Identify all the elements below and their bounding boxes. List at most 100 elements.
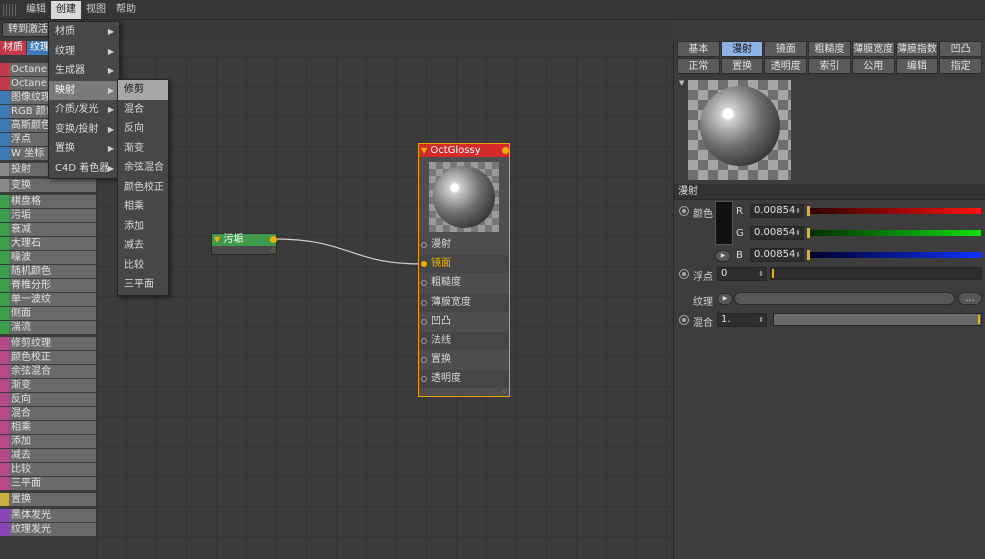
octglossy-node[interactable]: ▼ OctGlossy 漫射 镜面 粗糙度 薄膜宽度 凹凸 法线 置换 透明度 ⁘ [418,143,510,397]
dirt-output-port[interactable] [270,236,277,243]
node-library-item[interactable]: 湍流 [0,321,96,334]
g-value-field[interactable]: 0.00854 ⬍ [750,226,804,240]
b-slider-knob[interactable] [807,250,810,260]
node-library-item[interactable]: 随机颜色 [0,265,96,278]
attribute-tab[interactable]: 漫射 [720,41,764,57]
mapping-menu-item[interactable]: 减去 [118,236,168,256]
mapping-menu-item[interactable]: 渐变 [118,139,168,159]
attribute-tab[interactable]: 公用 [851,58,895,74]
node-library-item[interactable]: 相乘 [0,421,96,434]
texture-slot[interactable] [734,292,955,305]
input-port-dot[interactable] [421,376,427,383]
mapping-menu-item[interactable]: 颜色校正 [118,178,168,198]
attribute-tab[interactable]: 透明度 [764,58,808,74]
attribute-tab[interactable]: 正常 [677,58,720,74]
attribute-tab[interactable]: 薄膜宽度 [851,41,895,57]
octglossy-input-port[interactable]: 薄膜宽度 [419,293,509,312]
octglossy-output-port[interactable] [502,147,509,154]
r-value-field[interactable]: 0.00854 ⬍ [750,204,804,218]
float-slider-knob[interactable] [772,269,774,278]
mapping-menu-item[interactable]: 比较 [118,256,168,276]
create-menu-item[interactable]: 纹理 ▶ [49,42,119,62]
node-library-item[interactable]: 脊椎分形 [0,279,96,292]
node-library-item[interactable]: 余弦混合 [0,365,96,378]
octglossy-input-port[interactable]: 凹凸 [419,313,509,331]
create-menu-item[interactable]: 介质/发光 ▶ [49,100,119,120]
mix-slider[interactable] [773,313,982,326]
octglossy-input-port[interactable]: 镜面 [419,255,509,274]
dirt-node[interactable]: ▼ 污垢 ⁘ [211,233,277,255]
create-menu-item[interactable]: C4D 着色器 ▶ [49,159,119,179]
node-library-item[interactable]: 大理石 [0,237,96,250]
create-menu-item[interactable]: 映射 ▶ [49,80,119,100]
attribute-tab[interactable]: 编辑 [895,58,939,74]
octglossy-input-port[interactable]: 透明度 [419,370,509,389]
stepper-icon[interactable]: ⬍ [795,227,801,239]
input-port-dot[interactable] [421,318,427,325]
attribute-tab[interactable]: 置换 [720,58,764,74]
expand-color-button[interactable]: ▶ [715,250,731,262]
input-port-dot[interactable] [421,357,427,364]
octglossy-input-port[interactable]: 漫射 [419,236,509,254]
mix-slider-knob[interactable] [978,315,980,324]
node-library-item[interactable]: 侧面 [0,307,96,320]
attribute-tab[interactable]: 凹凸 [939,41,982,57]
menu-edit[interactable]: 编辑 [21,1,51,19]
node-library-item[interactable]: 渐变 [0,379,96,392]
stepper-icon[interactable]: ⬍ [795,249,801,261]
attribute-tab[interactable]: 镜面 [764,41,808,57]
node-library-item[interactable]: 三平面 [0,477,96,490]
category-chip[interactable]: 材质 [0,41,26,55]
node-library-item[interactable]: 混合 [0,407,96,420]
node-library-item[interactable]: 黑体发光 [0,509,96,522]
node-library-item[interactable]: 修剪纹理 [0,337,96,350]
octglossy-input-port[interactable]: 法线 [419,332,509,350]
mapping-menu-item[interactable]: 余弦混合 [118,158,168,178]
node-library-item[interactable]: 变换 [0,179,96,192]
create-menu-item[interactable]: 生成器 ▶ [49,61,119,81]
mix-value-field[interactable]: 1. ⬍ [717,313,767,327]
stepper-icon[interactable]: ⬍ [758,314,764,326]
node-library-item[interactable]: 颜色校正 [0,351,96,364]
node-library-item[interactable]: 噪波 [0,251,96,264]
texture-browse-button[interactable]: ... [958,292,982,305]
mapping-menu-item[interactable]: 混合 [118,100,168,120]
octglossy-input-port[interactable]: 置换 [419,351,509,369]
node-library-item[interactable]: 反向 [0,393,96,406]
mapping-menu-item[interactable]: 相乘 [118,197,168,217]
create-menu-item[interactable]: 置换 ▶ [49,139,119,159]
attribute-tab[interactable]: 粗糙度 [808,41,851,57]
node-library-item[interactable]: 纹理发光 [0,523,96,536]
attribute-tab[interactable]: 基本 [677,41,720,57]
input-port-dot[interactable] [421,261,427,268]
float-animate-radio[interactable] [679,269,689,279]
node-library-item[interactable]: 置换 [0,493,96,506]
float-slider[interactable] [770,267,982,280]
menu-help[interactable]: 帮助 [111,1,141,19]
mix-animate-radio[interactable] [679,315,689,325]
float-value-field[interactable]: 0 ⬍ [717,267,767,281]
node-library-item[interactable]: 添加 [0,435,96,448]
create-menu-item[interactable]: 材质 ▶ [49,22,119,42]
menubar-grip[interactable] [3,3,17,16]
mapping-menu-item[interactable]: 修剪 [118,80,168,100]
stepper-icon[interactable]: ⬍ [758,268,764,280]
preview-toggle-icon[interactable]: ▼ [679,79,684,87]
texture-expand-button[interactable]: ▶ [717,293,733,305]
stepper-icon[interactable]: ⬍ [795,205,801,217]
node-library-item[interactable]: 棋盘格 [0,195,96,208]
collapse-triangle-icon[interactable]: ▼ [421,146,427,155]
collapse-triangle-icon[interactable]: ▼ [214,235,220,244]
resize-grip-icon[interactable]: ⁘ [502,389,508,396]
g-slider-knob[interactable] [807,228,810,238]
input-port-dot[interactable] [421,299,427,306]
b-slider[interactable] [807,252,981,258]
node-library-item[interactable]: 衰减 [0,223,96,236]
mapping-menu-item[interactable]: 添加 [118,217,168,237]
mapping-menu-item[interactable]: 三平面 [118,275,168,295]
create-menu-item[interactable]: 变换/投射 ▶ [49,120,119,140]
input-port-dot[interactable] [421,280,427,287]
node-library-item[interactable]: 减去 [0,449,96,462]
color-animate-radio[interactable] [679,206,689,216]
menu-create[interactable]: 创建 [51,0,81,19]
